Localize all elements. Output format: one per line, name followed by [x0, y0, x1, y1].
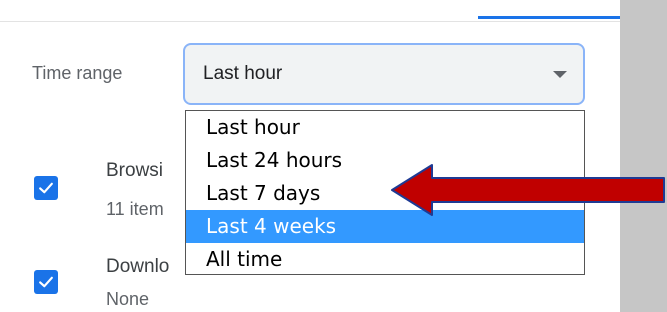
time-range-label: Time range: [32, 63, 123, 83]
tab-divider: [0, 21, 620, 22]
check-icon: [39, 182, 53, 194]
arrow-annotation: [391, 164, 665, 216]
check-icon: [39, 276, 53, 288]
download-history-subtitle: None: [106, 289, 150, 309]
browsing-history-checkbox[interactable]: [34, 176, 58, 200]
browsing-history-title: Browsi: [106, 160, 164, 181]
active-tab-indicator: [478, 16, 620, 19]
option-last-hour[interactable]: Last hour: [186, 111, 584, 144]
browsing-history-subtitle: 11 item: [106, 199, 164, 219]
chevron-down-icon[interactable]: [553, 71, 567, 78]
time-range-selected-value: Last hour: [203, 63, 283, 84]
option-all-time[interactable]: All time: [186, 243, 584, 276]
clear-browsing-data-panel: Time range Last hour Browsi 11 item Down…: [0, 0, 620, 312]
download-history-checkbox[interactable]: [34, 270, 58, 294]
download-history-title: Downlo: [106, 256, 170, 277]
time-range-select[interactable]: Last hour: [183, 43, 585, 105]
